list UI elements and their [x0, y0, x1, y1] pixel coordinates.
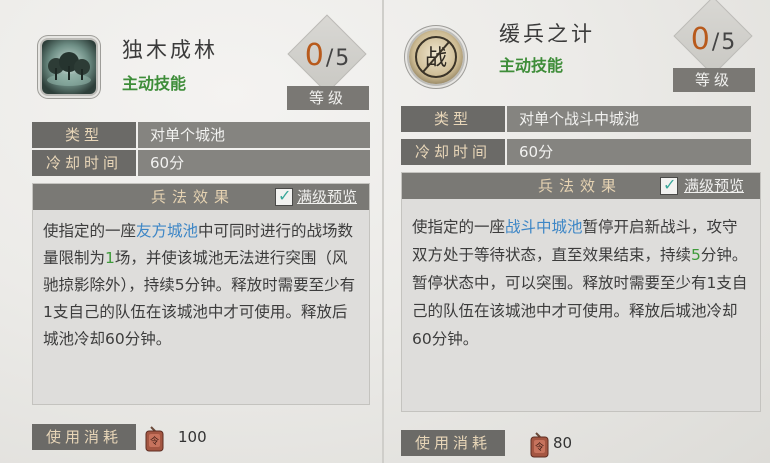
skill-type: 主动技能	[499, 56, 564, 75]
effect-description: 使指定的一座友方城池中可同时进行的战场数量限制为1场，并使该城池无法进行突围（风…	[43, 218, 361, 353]
effect-box: 兵法效果 ✓ 满级预览 使指定的一座战斗中城池暂停开启新战斗，攻守双方处于等待状…	[401, 172, 761, 412]
cooldown-row: 冷却时间 60分	[401, 139, 751, 165]
cost-row: 使用消耗 令 100	[32, 424, 370, 453]
level-max: 5	[335, 46, 350, 71]
type-value: 对单个城池	[138, 122, 370, 148]
level-separator: /	[325, 46, 334, 71]
effect-highlight-number: 1	[105, 249, 115, 267]
cooldown-value: 60分	[138, 150, 370, 176]
effect-highlight-target: 战斗中城池	[505, 218, 583, 236]
skill-name: 独木成林	[122, 38, 218, 62]
level-indicator: 0/5	[287, 38, 367, 73]
max-level-preview-checkbox[interactable]: ✓	[275, 186, 293, 206]
cost-label: 使用消耗	[32, 424, 136, 450]
effect-highlight-target: 友方城池	[136, 222, 199, 240]
skill-card-right: 战 缓兵之计 主动技能 0/5 等级 类型 对单个战斗中城池 冷却时间 60分 …	[385, 0, 766, 463]
level-separator: /	[711, 30, 720, 55]
effect-text-segment: 使指定的一座	[43, 222, 137, 240]
type-row: 类型 对单个战斗中城池	[401, 106, 751, 132]
level-label: 等级	[673, 68, 755, 92]
effect-header: 兵法效果 ✓ 满级预览	[402, 173, 760, 199]
level-indicator: 0/5	[673, 22, 753, 57]
effect-title: 兵法效果	[538, 177, 623, 195]
level-max: 5	[721, 30, 736, 55]
checkmark-icon: ✓	[278, 186, 292, 205]
cooldown-value: 60分	[507, 139, 751, 165]
type-label: 类型	[32, 122, 136, 148]
max-level-preview-label[interactable]: 满级预览	[297, 184, 357, 210]
svg-text:令: 令	[535, 441, 544, 453]
level-label: 等级	[287, 86, 369, 110]
max-level-preview-label[interactable]: 满级预览	[684, 173, 744, 199]
type-label: 类型	[401, 106, 505, 132]
type-value: 对单个战斗中城池	[507, 106, 751, 132]
effect-text-segment: 使指定的一座	[412, 218, 506, 236]
skill-name: 缓兵之计	[499, 22, 595, 46]
cost-value: 80	[553, 434, 573, 452]
cooldown-label: 冷却时间	[401, 139, 505, 165]
effect-box: 兵法效果 ✓ 满级预览 使指定的一座友方城池中可同时进行的战场数量限制为1场，并…	[32, 183, 370, 405]
level-current: 0	[690, 22, 710, 57]
military-token-icon: 令	[527, 431, 555, 459]
type-row: 类型 对单个城池	[32, 122, 370, 148]
skill-card-left: 独木成林 主动技能 0/5 等级 类型 对单个城池 冷却时间 60分 兵法效果 …	[4, 0, 385, 463]
effect-title: 兵法效果	[151, 188, 236, 206]
effect-highlight-number: 5	[691, 246, 701, 264]
level-current: 0	[304, 38, 324, 73]
cooldown-row: 冷却时间 60分	[32, 150, 370, 176]
cost-value: 100	[178, 428, 207, 446]
effect-description: 使指定的一座战斗中城池暂停开启新战斗，攻守双方处于等待状态，直至效果结束，持续5…	[412, 213, 752, 353]
military-token-icon: 令	[142, 425, 170, 453]
skill-type: 主动技能	[122, 74, 187, 93]
cost-label: 使用消耗	[401, 430, 505, 456]
battle-seal-icon: 战	[409, 30, 463, 84]
grove-trees-icon	[42, 40, 96, 94]
checkmark-icon: ✓	[663, 175, 677, 194]
svg-text:令: 令	[150, 435, 159, 447]
cooldown-label: 冷却时间	[32, 150, 136, 176]
cost-row: 使用消耗 令 80	[401, 430, 751, 459]
effect-header: 兵法效果 ✓ 满级预览	[33, 184, 369, 210]
max-level-preview-checkbox[interactable]: ✓	[660, 175, 678, 195]
